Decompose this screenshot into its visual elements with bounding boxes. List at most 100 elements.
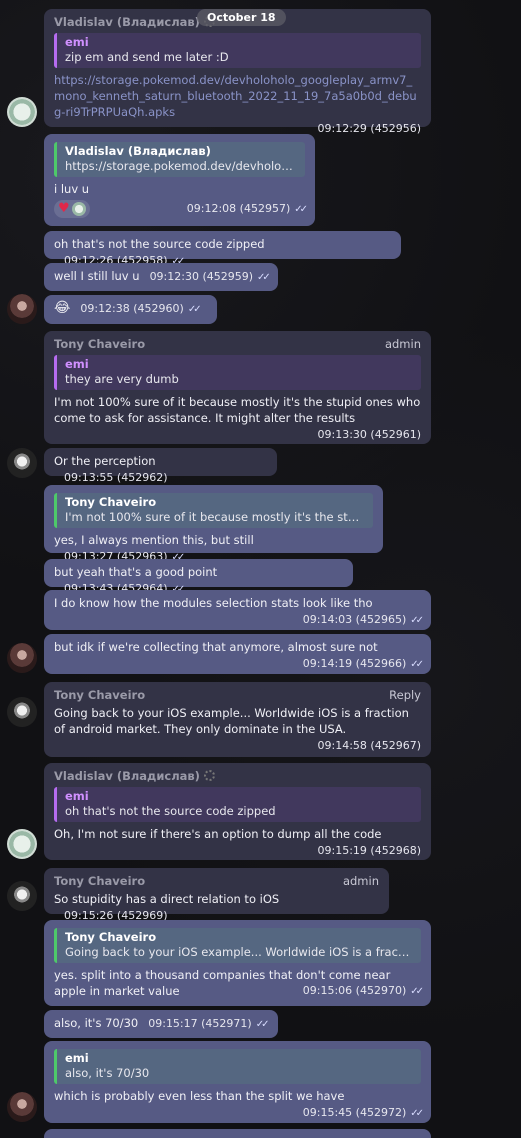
message-time: 09:14:19 — [302, 657, 353, 670]
avatar[interactable] — [7, 643, 37, 673]
message-bubble[interactable]: Tony Chaveiro admin So stupidity has a di… — [44, 868, 389, 922]
message-text: yes, I always mention this, but still — [54, 533, 254, 547]
laughing-emoji: 😂 — [54, 300, 71, 316]
message-id: (452971) — [201, 1017, 252, 1030]
message-link[interactable]: https://storage.pokemod.dev/devholoholo_… — [54, 72, 421, 120]
quote-text: I'm not 100% sure of it because mostly i… — [65, 510, 365, 524]
reply-quote[interactable]: Tony Chaveiro I'm not 100% sure of it be… — [54, 493, 373, 528]
sender-name: Tony Chaveiro — [54, 337, 146, 351]
message-bubble[interactable]: Tony Chaveiro Reply Going back to your iO… — [44, 682, 431, 757]
quote-text: oh that's not the source code zipped — [65, 804, 276, 818]
message-time: 09:13:55 — [64, 471, 114, 484]
message-bubble[interactable]: Tony Chaveiro I'm not 100% sure of it be… — [44, 485, 383, 563]
message-meta: 09:13:55 (452962) — [64, 470, 167, 486]
chat-area[interactable]: October 18 Vladislav (Владислав) emi zip… — [0, 0, 521, 1138]
quote-text: Going back to your iOS example... Worldw… — [65, 945, 413, 959]
avatar[interactable] — [7, 829, 37, 859]
message-bubble[interactable]: but idk if we're collecting that anymore… — [44, 634, 431, 674]
reply-quote[interactable]: emi zip em and send me later :D — [54, 33, 421, 68]
reply-button[interactable]: Reply — [389, 687, 421, 703]
message-bubble[interactable]: I do know how the modules selection stat… — [44, 590, 431, 630]
quote-text: they are very dumb — [65, 372, 179, 386]
message-time: 09:15:06 — [302, 984, 353, 997]
message-id: (452956) — [370, 122, 421, 135]
reply-quote[interactable]: emi also, it's 70/30 — [54, 1049, 421, 1084]
message-text: So stupidity has a direct relation to iO… — [54, 892, 280, 906]
message-meta: 09:14:58 (452967) — [54, 738, 421, 754]
message-bubble[interactable]: 😂 09:12:38 (452960) ✓✓ — [44, 295, 217, 324]
message-text: well I still luv u — [54, 269, 140, 283]
message-meta: 09:12:08 (452957) ✓✓ — [186, 201, 308, 218]
message-meta: 09:15:19 (452968) — [54, 843, 421, 859]
message-bubble[interactable]: Vladislav (Владислав) emi oh that's not … — [44, 763, 431, 860]
message-bubble[interactable]: Vladislav (Владислав) emi zip em and sen… — [44, 9, 431, 135]
read-checkmarks-icon: ✓✓ — [294, 203, 308, 215]
quote-author: emi — [65, 357, 89, 371]
message-bubble[interactable]: Or the perception 09:13:55 (452962) — [44, 448, 277, 484]
message-text: but yeah that's a good point — [54, 565, 218, 579]
read-checkmarks-icon: ✓✓ — [410, 1108, 424, 1119]
message-id: (452968) — [370, 844, 421, 857]
reply-quote[interactable]: Tony Chaveiro Going back to your iOS exa… — [54, 928, 421, 963]
message-bubble[interactable]: also, it's 70/30 09:15:17 (452971) ✓✓ — [44, 1010, 278, 1038]
loading-icon — [203, 770, 215, 781]
message-time: 09:12:38 — [80, 302, 130, 315]
message-text: i luv u — [54, 182, 90, 196]
message-bubble[interactable] — [44, 1129, 431, 1138]
reply-quote[interactable]: emi they are very dumb — [54, 355, 421, 390]
message-text: which is probably even less than the spl… — [54, 1089, 345, 1103]
avatar[interactable] — [7, 1092, 37, 1122]
heart-icon: ♥ — [58, 201, 70, 216]
message-bubble[interactable]: oh that's not the source code zipped09:1… — [44, 231, 401, 267]
message-meta: 09:12:30 (452959) ✓✓ — [150, 269, 271, 286]
admin-badge: admin — [342, 874, 379, 888]
avatar[interactable] — [7, 697, 37, 727]
message-bubble[interactable]: well I still luv u 09:12:30 (452959) ✓✓ — [44, 263, 278, 291]
message-meta: 09:15:17 (452971) ✓✓ — [148, 1016, 269, 1033]
read-checkmarks-icon: ✓✓ — [410, 659, 424, 670]
reaction-badge[interactable]: ♥ — [54, 200, 90, 218]
message-meta: 09:13:30 (452961) — [54, 427, 421, 443]
quote-author: Tony Chaveiro — [65, 930, 157, 944]
sender-name: Tony Chaveiro — [54, 688, 146, 702]
reactor-avatar — [71, 202, 86, 216]
message-text: I do know how the modules selection stat… — [54, 596, 373, 610]
message-bubble[interactable]: Tony Chaveiro Going back to your iOS exa… — [44, 920, 431, 1006]
message-id: (452972) — [355, 1106, 407, 1119]
read-checkmarks-icon: ✓✓ — [257, 272, 271, 283]
date-separator: October 18 — [197, 9, 286, 26]
message-id: (452960) — [133, 302, 184, 315]
message-id: (452957) — [239, 201, 291, 215]
message-meta: 09:15:45 (452972) ✓✓ — [54, 1105, 424, 1122]
quote-author: Vladislav (Владислав) — [65, 144, 211, 158]
read-checkmarks-icon: ✓✓ — [410, 986, 424, 997]
message-time: 09:12:29 — [317, 122, 367, 135]
avatar[interactable] — [7, 294, 37, 324]
quote-text: zip em and send me later :D — [65, 50, 229, 64]
reply-quote[interactable]: emi oh that's not the source code zipped — [54, 787, 421, 822]
message-meta: 09:12:38 (452960) ✓✓ — [80, 301, 201, 318]
reply-quote[interactable]: Vladislav (Владислав) https://storage.po… — [54, 142, 305, 177]
quote-author: emi — [65, 35, 89, 49]
message-bubble[interactable]: but yeah that's a good point09:13:43 (45… — [44, 559, 353, 595]
message-text: Oh, I'm not sure if there's an option to… — [54, 827, 382, 841]
message-time: 09:13:30 — [317, 428, 367, 441]
avatar[interactable] — [7, 881, 37, 911]
sender-name: Vladislav (Владислав) — [54, 769, 200, 783]
quote-author: emi — [65, 789, 89, 803]
message-time: 09:12:08 — [186, 201, 237, 215]
sender-name: Vladislav (Владислав) — [54, 15, 200, 29]
sender-name: Tony Chaveiro — [54, 874, 146, 888]
message-time: 09:15:19 — [317, 844, 367, 857]
message-text: I'm not 100% sure of it because mostly i… — [54, 395, 421, 425]
avatar[interactable] — [7, 448, 37, 478]
message-time: 09:14:58 — [317, 739, 367, 752]
quote-text: also, it's 70/30 — [65, 1066, 150, 1080]
message-bubble[interactable]: Vladislav (Владислав) https://storage.po… — [44, 134, 315, 226]
message-id: (452962) — [116, 471, 168, 484]
read-checkmarks-icon: ✓✓ — [410, 615, 424, 626]
message-bubble[interactable]: Tony Chaveiro admin emi they are very dum… — [44, 331, 431, 444]
message-bubble[interactable]: emi also, it's 70/30 which is probably e… — [44, 1041, 431, 1123]
message-time: 09:15:45 — [302, 1106, 353, 1119]
avatar[interactable] — [7, 97, 37, 127]
